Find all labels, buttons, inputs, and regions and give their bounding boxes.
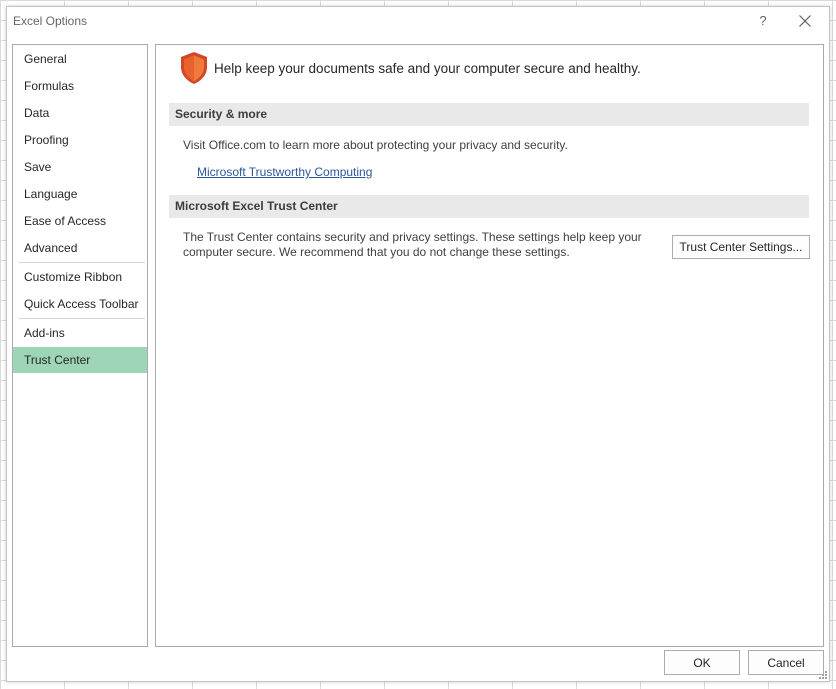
trust-center-panel: Help keep your documents safe and your c… xyxy=(155,44,824,647)
section-title: Security & more xyxy=(175,107,268,121)
sidebar-item-customize-ribbon[interactable]: Customize Ribbon xyxy=(13,264,147,290)
shield-icon xyxy=(181,52,207,84)
sidebar-divider xyxy=(19,318,145,319)
options-sidebar: General Formulas Data Proofing Save Lang… xyxy=(12,44,148,647)
sidebar-item-save[interactable]: Save xyxy=(13,154,147,180)
excel-options-dialog: Excel Options ? General Formulas Data Pr… xyxy=(6,6,830,682)
sidebar-item-ease-of-access[interactable]: Ease of Access xyxy=(13,208,147,234)
page-headline: Help keep your documents safe and your c… xyxy=(214,61,641,76)
cancel-button[interactable]: Cancel xyxy=(748,650,824,675)
sidebar-item-proofing[interactable]: Proofing xyxy=(13,127,147,153)
sidebar-item-data[interactable]: Data xyxy=(13,100,147,126)
close-button[interactable] xyxy=(793,10,817,34)
sidebar-item-quick-access-toolbar[interactable]: Quick Access Toolbar xyxy=(13,291,147,317)
sidebar-item-advanced[interactable]: Advanced xyxy=(13,235,147,261)
security-description: Visit Office.com to learn more about pro… xyxy=(183,138,568,152)
security-section-header: Security & more xyxy=(169,103,809,126)
trust-center-description: The Trust Center contains security and p… xyxy=(183,230,642,259)
trustworthy-computing-link[interactable]: Microsoft Trustworthy Computing xyxy=(197,165,372,179)
resize-grip-icon[interactable] xyxy=(818,670,828,680)
trust-center-section-header: Microsoft Excel Trust Center xyxy=(169,195,809,218)
ok-button[interactable]: OK xyxy=(664,650,740,675)
help-button[interactable]: ? xyxy=(753,11,773,31)
title-bar: Excel Options ? xyxy=(7,7,829,37)
sidebar-divider xyxy=(19,262,145,263)
close-icon xyxy=(799,15,811,27)
section-title: Microsoft Excel Trust Center xyxy=(175,199,338,213)
sidebar-item-trust-center[interactable]: Trust Center xyxy=(13,347,147,373)
trust-center-settings-button[interactable]: Trust Center Settings... xyxy=(672,235,810,259)
sidebar-item-language[interactable]: Language xyxy=(13,181,147,207)
sidebar-item-formulas[interactable]: Formulas xyxy=(13,73,147,99)
sidebar-item-general[interactable]: General xyxy=(13,46,147,72)
sidebar-item-add-ins[interactable]: Add-ins xyxy=(13,320,147,346)
dialog-title: Excel Options xyxy=(13,14,88,28)
